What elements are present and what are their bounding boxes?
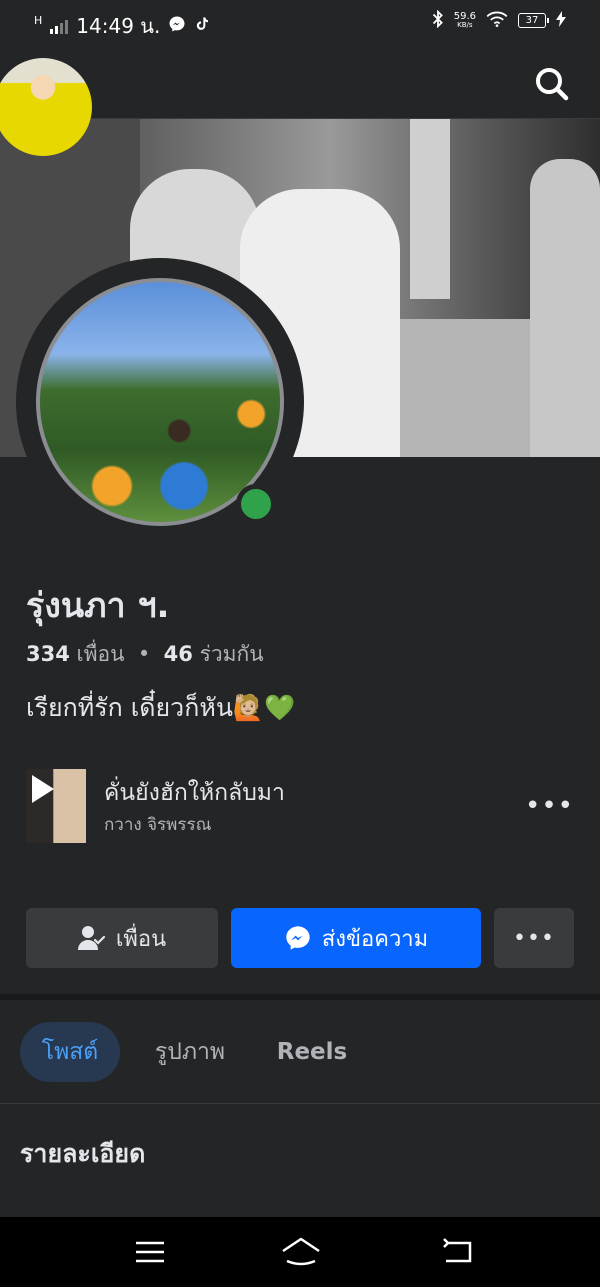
play-icon <box>32 775 54 803</box>
clock: 14:49 น. <box>76 14 161 38</box>
mutual-count: 46 <box>163 642 193 666</box>
nav-home-button[interactable] <box>280 1235 320 1269</box>
nav-menu-button[interactable] <box>132 1235 172 1269</box>
search-button[interactable] <box>532 64 572 104</box>
tiktok-notif-icon <box>194 14 210 38</box>
status-bar: H 14:49 น. 59.6 KB/s 37 <box>0 0 600 48</box>
data-speed: 59.6 KB/s <box>453 10 476 29</box>
profile-tabs: โพสต์ รูปภาพ Reels <box>0 1020 600 1086</box>
friends-label: เพื่อน <box>76 642 125 666</box>
signal-icon <box>50 18 69 34</box>
message-button-label: ส่งข้อความ <box>321 926 429 952</box>
stats-separator: • <box>137 642 151 666</box>
friend-check-icon <box>77 926 105 950</box>
profile-music[interactable]: คั่นยังฮักให้กลับมา กวาง จิรพรรณ ••• <box>26 769 574 843</box>
music-more-button[interactable]: ••• <box>525 791 574 821</box>
menu-icon <box>136 1241 164 1263</box>
network-type: H <box>34 13 43 27</box>
wifi-icon <box>486 11 508 30</box>
back-icon <box>443 1238 472 1263</box>
system-nav-bar <box>0 1217 600 1287</box>
friends-count: 334 <box>26 642 70 666</box>
nav-back-button[interactable] <box>440 1235 480 1269</box>
profile-picture-container[interactable] <box>16 258 304 546</box>
home-icon <box>282 1237 320 1266</box>
details-heading: รายละเอียด <box>20 1139 146 1168</box>
messenger-notif-icon <box>168 14 186 38</box>
song-artist: กวาง จิรพรรณ <box>104 815 212 835</box>
tab-posts[interactable]: โพสต์ <box>20 1022 120 1082</box>
messenger-icon <box>286 926 310 950</box>
section-divider <box>0 994 600 1000</box>
status-left: H 14:49 น. <box>34 10 210 42</box>
song-cover-thumbnail[interactable] <box>26 769 86 843</box>
tab-photos[interactable]: รูปภาพ <box>140 1022 240 1082</box>
tab-reels[interactable]: Reels <box>262 1022 362 1082</box>
search-icon <box>536 68 569 101</box>
battery-indicator: 37 <box>518 13 549 28</box>
more-actions-button[interactable]: ••• <box>494 908 574 968</box>
message-button[interactable]: ส่งข้อความ <box>231 908 481 968</box>
friends-button-label: เพื่อน <box>115 926 167 952</box>
profile-bio: เรียกที่รัก เดี๋ยวก็หัน🙋🏼💚 <box>26 693 296 722</box>
song-title: คั่นยังฮักให้กลับมา <box>104 780 285 806</box>
tabs-divider <box>0 1103 600 1104</box>
bluetooth-icon <box>432 9 444 31</box>
friends-button[interactable]: เพื่อน <box>26 908 218 968</box>
profile-name: รุ่งนภา ฯ. <box>26 586 170 626</box>
friend-stats[interactable]: 334 เพื่อน • 46 ร่วมกัน <box>26 638 264 671</box>
online-status-indicator <box>236 484 276 524</box>
status-right: 59.6 KB/s 37 <box>432 9 566 31</box>
bolt-icon <box>556 11 566 30</box>
mutual-label: ร่วมกัน <box>199 642 264 666</box>
